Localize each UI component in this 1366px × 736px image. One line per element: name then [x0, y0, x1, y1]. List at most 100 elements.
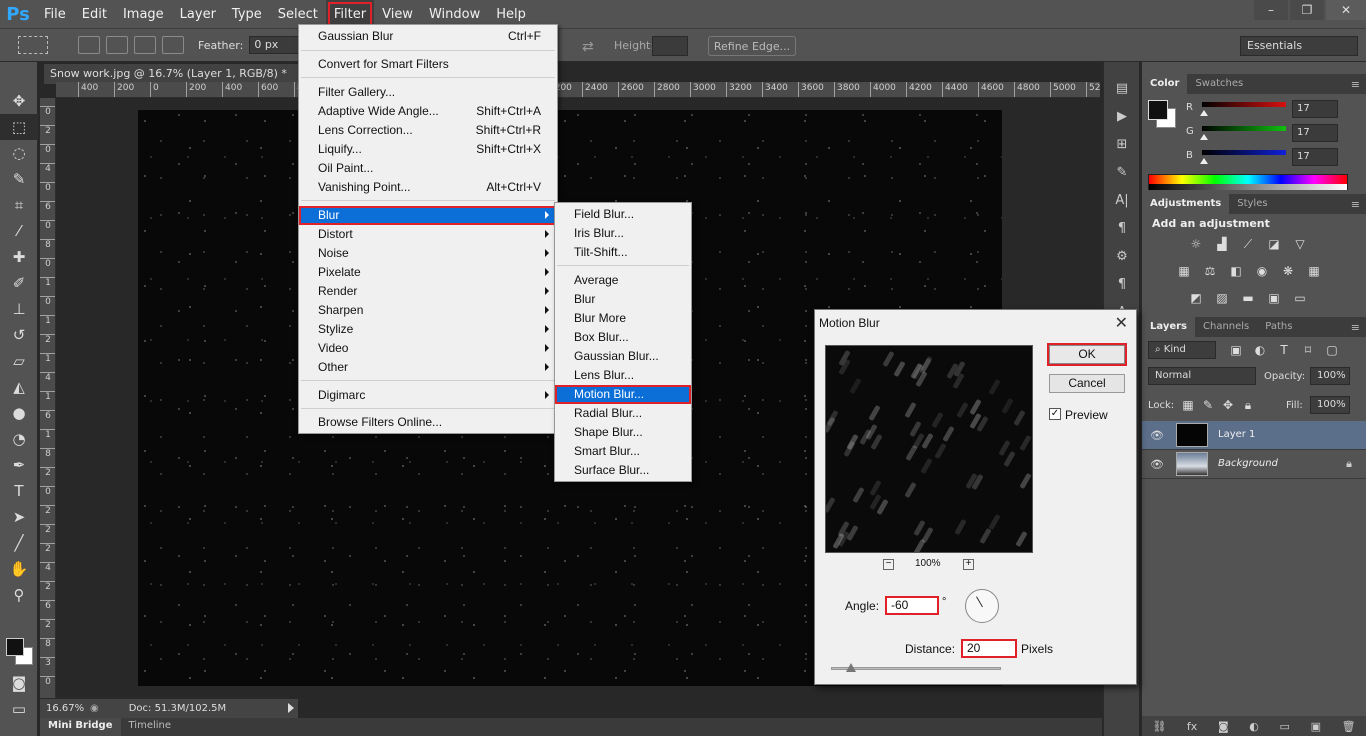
dodge-tool-icon[interactable]: ◔: [0, 426, 38, 452]
blue-slider-thumb[interactable]: [1200, 158, 1208, 164]
type-filter-icon[interactable]: T: [1276, 343, 1292, 357]
paragraph-styles-icon[interactable]: ¶: [1104, 270, 1140, 298]
green-slider-thumb[interactable]: [1200, 134, 1208, 140]
color-balance-icon[interactable]: ⚖: [1202, 264, 1218, 278]
submenu-blur[interactable]: Blur: [555, 290, 691, 309]
opacity-input[interactable]: 100%: [1310, 367, 1350, 385]
vibrance-icon[interactable]: ▽: [1292, 237, 1308, 251]
fill-input[interactable]: 100%: [1310, 396, 1350, 414]
submenu-surface-blur[interactable]: Surface Blur...: [555, 461, 691, 480]
lock-pixels-icon[interactable]: ✎: [1200, 398, 1216, 412]
menu-layer[interactable]: Layer: [172, 0, 224, 28]
smart-object-filter-icon[interactable]: ▢: [1324, 343, 1340, 357]
gradient-map-icon[interactable]: ▭: [1292, 291, 1308, 305]
subtract-selection-icon[interactable]: [134, 36, 156, 54]
restore-button[interactable]: ❐: [1290, 0, 1324, 20]
submenu-gaussian-blur[interactable]: Gaussian Blur...: [555, 347, 691, 366]
blend-mode-select[interactable]: Normal: [1148, 367, 1256, 385]
panel-menu-icon[interactable]: ≡: [1351, 78, 1360, 91]
close-button[interactable]: ✕: [1326, 0, 1366, 20]
dialog-close-icon[interactable]: ✕: [1115, 313, 1128, 333]
submenu-smart-blur[interactable]: Smart Blur...: [555, 442, 691, 461]
menu-edit[interactable]: Edit: [74, 0, 115, 28]
distance-slider[interactable]: [831, 663, 1001, 672]
green-channel-bar[interactable]: [1202, 126, 1286, 131]
posterize-icon[interactable]: ▨: [1214, 291, 1230, 305]
menu-item-video[interactable]: Video: [299, 339, 557, 358]
healing-brush-tool-icon[interactable]: ✚: [0, 244, 38, 270]
menu-image[interactable]: Image: [115, 0, 172, 28]
layer-row-layer-1[interactable]: 👁︎ Layer 1: [1142, 421, 1366, 450]
paragraph-panel-icon[interactable]: ¶: [1104, 214, 1140, 242]
red-channel-bar[interactable]: [1202, 102, 1286, 107]
menu-item-stylize[interactable]: Stylize: [299, 320, 557, 339]
menu-item-digimarc[interactable]: Digimarc: [299, 386, 557, 405]
photo-filter-icon[interactable]: ◉: [1254, 264, 1270, 278]
layer-row-background[interactable]: 👁︎ Background 🔒︎: [1142, 450, 1366, 479]
menu-item-distort[interactable]: Distort: [299, 225, 557, 244]
panel-menu-icon[interactable]: ≡: [1351, 198, 1360, 211]
threshold-icon[interactable]: ▬: [1240, 291, 1256, 305]
tab-styles[interactable]: Styles: [1229, 194, 1275, 214]
new-selection-icon[interactable]: [78, 36, 100, 54]
levels-icon[interactable]: ▟: [1214, 237, 1230, 251]
curves-icon[interactable]: ⟋: [1240, 237, 1256, 251]
eyedropper-tool-icon[interactable]: ⁄: [0, 218, 38, 244]
menu-item-blur[interactable]: Blur: [299, 206, 557, 225]
tab-layers[interactable]: Layers: [1142, 317, 1195, 337]
feather-input[interactable]: 0 px: [249, 36, 300, 54]
actions-panel-icon[interactable]: ▶: [1104, 102, 1140, 130]
pixel-filter-icon[interactable]: ▣: [1228, 343, 1244, 357]
menu-item-other[interactable]: Other: [299, 358, 557, 377]
new-adjustment-icon[interactable]: ◐: [1249, 720, 1259, 733]
menu-item-gaussian-blur-last[interactable]: Gaussian Blur Ctrl+F: [299, 27, 557, 46]
menu-file[interactable]: File: [36, 0, 74, 28]
screen-mode-icon[interactable]: ▭: [0, 696, 38, 722]
clone-stamp-tool-icon[interactable]: ⊥: [0, 296, 38, 322]
lock-position-icon[interactable]: ✥: [1220, 398, 1236, 412]
minimize-button[interactable]: –: [1254, 0, 1288, 20]
green-value-input[interactable]: 17: [1292, 124, 1338, 142]
paint-bucket-tool-icon[interactable]: ◭: [0, 374, 38, 400]
tab-timeline[interactable]: Timeline: [121, 718, 180, 736]
zoom-tool-icon[interactable]: ⚲: [0, 582, 38, 608]
submenu-blur-more[interactable]: Blur More: [555, 309, 691, 328]
submenu-shape-blur[interactable]: Shape Blur...: [555, 423, 691, 442]
marquee-tool-icon[interactable]: ⬚: [0, 114, 38, 140]
lasso-tool-icon[interactable]: ◌: [0, 140, 38, 166]
status-menu-arrow-icon[interactable]: [288, 703, 294, 713]
tool-presets-icon[interactable]: ⚙: [1104, 242, 1140, 270]
crop-tool-icon[interactable]: ⌗: [0, 192, 38, 218]
menu-item-liquify[interactable]: Liquify... Shift+Ctrl+X: [299, 140, 557, 159]
foreground-color-swatch[interactable]: [6, 638, 24, 656]
lock-transparency-icon[interactable]: ▦: [1180, 398, 1196, 412]
visibility-eye-icon[interactable]: 👁︎: [1150, 429, 1164, 442]
brightness-contrast-icon[interactable]: ☼: [1188, 237, 1204, 251]
angle-input[interactable]: -60: [885, 596, 939, 615]
red-value-input[interactable]: 17: [1292, 100, 1338, 118]
distance-input[interactable]: 20: [961, 639, 1017, 658]
blue-channel-bar[interactable]: [1202, 150, 1286, 155]
tab-mini-bridge[interactable]: Mini Bridge: [40, 718, 121, 736]
blue-value-input[interactable]: 17: [1292, 148, 1338, 166]
shape-filter-icon[interactable]: ⌑: [1300, 343, 1316, 357]
pen-tool-icon[interactable]: ✒: [0, 452, 38, 478]
new-layer-icon[interactable]: ▣: [1311, 720, 1321, 733]
layer-kind-filter[interactable]: ⌕ Kind: [1148, 341, 1216, 359]
document-tab[interactable]: Snow work.jpg @ 16.7% (Layer 1, RGB/8) *…: [44, 64, 331, 84]
brush-panel-icon[interactable]: ✎: [1104, 158, 1140, 186]
submenu-radial-blur[interactable]: Radial Blur...: [555, 404, 691, 423]
cancel-button[interactable]: Cancel: [1049, 374, 1125, 393]
angle-dial[interactable]: [965, 589, 999, 623]
swap-icon[interactable]: ⇄: [582, 39, 594, 55]
refine-edge-button[interactable]: Refine Edge...: [708, 36, 796, 56]
menu-type[interactable]: Type: [224, 0, 270, 28]
line-tool-icon[interactable]: ╱: [0, 530, 38, 556]
history-brush-tool-icon[interactable]: ↺: [0, 322, 38, 348]
visibility-eye-icon[interactable]: 👁︎: [1150, 458, 1164, 471]
properties-panel-icon[interactable]: ⊞: [1104, 130, 1140, 158]
submenu-tilt-shift[interactable]: Tilt-Shift...: [555, 243, 691, 262]
menu-item-oil-paint[interactable]: Oil Paint...: [299, 159, 557, 178]
red-slider-thumb[interactable]: [1200, 110, 1208, 116]
invert-icon[interactable]: ◩: [1188, 291, 1204, 305]
